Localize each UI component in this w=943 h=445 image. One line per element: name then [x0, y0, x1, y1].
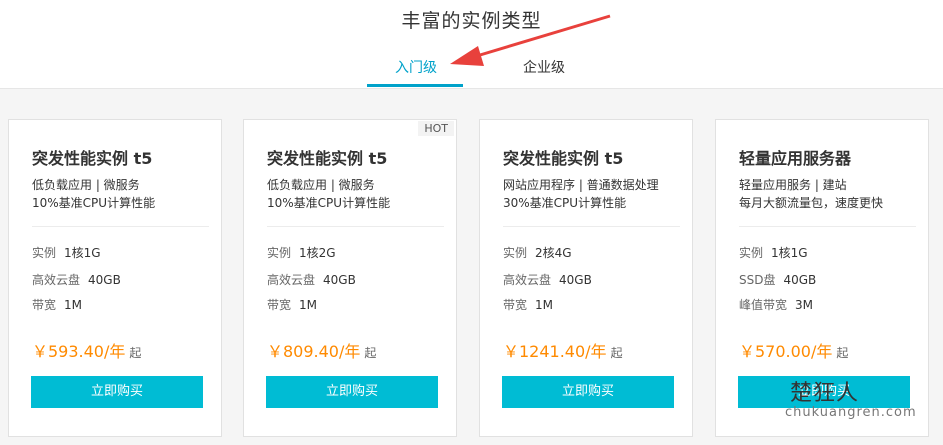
active-tab-indicator — [367, 84, 463, 87]
card-description: 30%基准CPU计算性能 — [503, 196, 627, 210]
buy-now-button[interactable]: 立即购买 — [266, 376, 438, 408]
spec-row: 实例 1核2G — [267, 244, 336, 261]
card-description: 10%基准CPU计算性能 — [32, 196, 156, 210]
price-value: ￥593.40/年 — [32, 342, 126, 361]
card-title: 突发性能实例 t5 — [267, 149, 388, 168]
spec-value: 1M — [535, 298, 554, 312]
product-card: HOT 突发性能实例 t5 低负载应用 | 微服务 10%基准CPU计算性能 实… — [243, 119, 457, 437]
spec-label: 高效云盘 — [503, 273, 552, 287]
hot-badge: HOT — [418, 121, 454, 136]
spec-label: 峰值带宽 — [739, 298, 788, 312]
spec-value: 1核1G — [771, 246, 808, 260]
price: ￥593.40/年起 — [32, 338, 141, 362]
spec-value: 2核4G — [535, 246, 572, 260]
spec-value: 1核2G — [299, 246, 336, 260]
card-title: 轻量应用服务器 — [739, 149, 852, 168]
spec-label: 高效云盘 — [32, 273, 81, 287]
watermark-logo: 楚狂人 — [790, 381, 860, 406]
price: ￥1241.40/年起 — [503, 338, 623, 362]
card-title: 突发性能实例 t5 — [503, 149, 624, 168]
spec-label: 带宽 — [503, 298, 528, 312]
spec-value: 40GB — [323, 273, 356, 287]
watermark-url: chukuangren.com — [785, 405, 917, 420]
spec-value: 40GB — [783, 273, 817, 287]
price: ￥809.40/年起 — [267, 338, 376, 362]
spec-row: 实例 2核4G — [503, 244, 572, 261]
divider — [32, 226, 209, 227]
card-title: 突发性能实例 t5 — [32, 149, 153, 168]
spec-label: SSD盘 — [739, 273, 776, 287]
buy-now-button[interactable]: 立即购买 — [31, 376, 203, 408]
annotation-arrow-icon — [450, 14, 611, 66]
spec-label: 实例 — [267, 246, 292, 260]
price-suffix: 起 — [129, 346, 142, 360]
card-description: 低负载应用 | 微服务 — [32, 178, 140, 192]
product-card: 突发性能实例 t5 网站应用程序 | 普通数据处理 30%基准CPU计算性能 实… — [479, 119, 693, 437]
spec-label: 实例 — [739, 246, 764, 260]
spec-row: 实例 1核1G — [32, 244, 101, 261]
spec-row: 峰值带宽 3M — [739, 296, 813, 313]
price-value: ￥809.40/年 — [267, 342, 361, 361]
divider — [739, 226, 916, 227]
spec-row: 高效云盘 40GB — [32, 271, 121, 288]
card-description: 网站应用程序 | 普通数据处理 — [503, 178, 659, 192]
divider — [267, 226, 444, 227]
price: ￥570.00/年起 — [739, 338, 848, 362]
card-description: 每月大额流量包，速度更快 — [739, 196, 884, 210]
spec-row: 实例 1核1G — [739, 244, 808, 261]
spec-value: 40GB — [88, 273, 121, 287]
spec-label: 实例 — [32, 246, 57, 260]
price-suffix: 起 — [836, 346, 849, 360]
spec-label: 实例 — [503, 246, 528, 260]
spec-row: 高效云盘 40GB — [267, 271, 356, 288]
price-value: ￥1241.40/年 — [503, 342, 607, 361]
spec-row: 带宽 1M — [503, 296, 553, 313]
spec-value: 1核1G — [64, 246, 101, 260]
spec-value: 3M — [795, 298, 814, 312]
card-description: 10%基准CPU计算性能 — [267, 196, 391, 210]
spec-row: 带宽 1M — [32, 296, 82, 313]
spec-row: SSD盘 40GB — [739, 271, 816, 288]
spec-value: 40GB — [559, 273, 592, 287]
spec-row: 带宽 1M — [267, 296, 317, 313]
spec-label: 带宽 — [32, 298, 57, 312]
price-value: ￥570.00/年 — [739, 342, 833, 361]
tab-entry-level[interactable]: 入门级 — [395, 57, 437, 77]
buy-now-button[interactable]: 立即购买 — [502, 376, 674, 408]
spec-label: 高效云盘 — [267, 273, 316, 287]
spec-value: 1M — [299, 298, 318, 312]
price-suffix: 起 — [364, 346, 377, 360]
spec-value: 1M — [64, 298, 83, 312]
spec-row: 高效云盘 40GB — [503, 271, 592, 288]
spec-label: 带宽 — [267, 298, 292, 312]
price-suffix: 起 — [610, 346, 623, 360]
card-description: 低负载应用 | 微服务 — [267, 178, 375, 192]
card-description: 轻量应用服务 | 建站 — [739, 178, 847, 192]
product-card: 突发性能实例 t5 低负载应用 | 微服务 10%基准CPU计算性能 实例 1核1… — [8, 119, 222, 437]
divider — [503, 226, 680, 227]
